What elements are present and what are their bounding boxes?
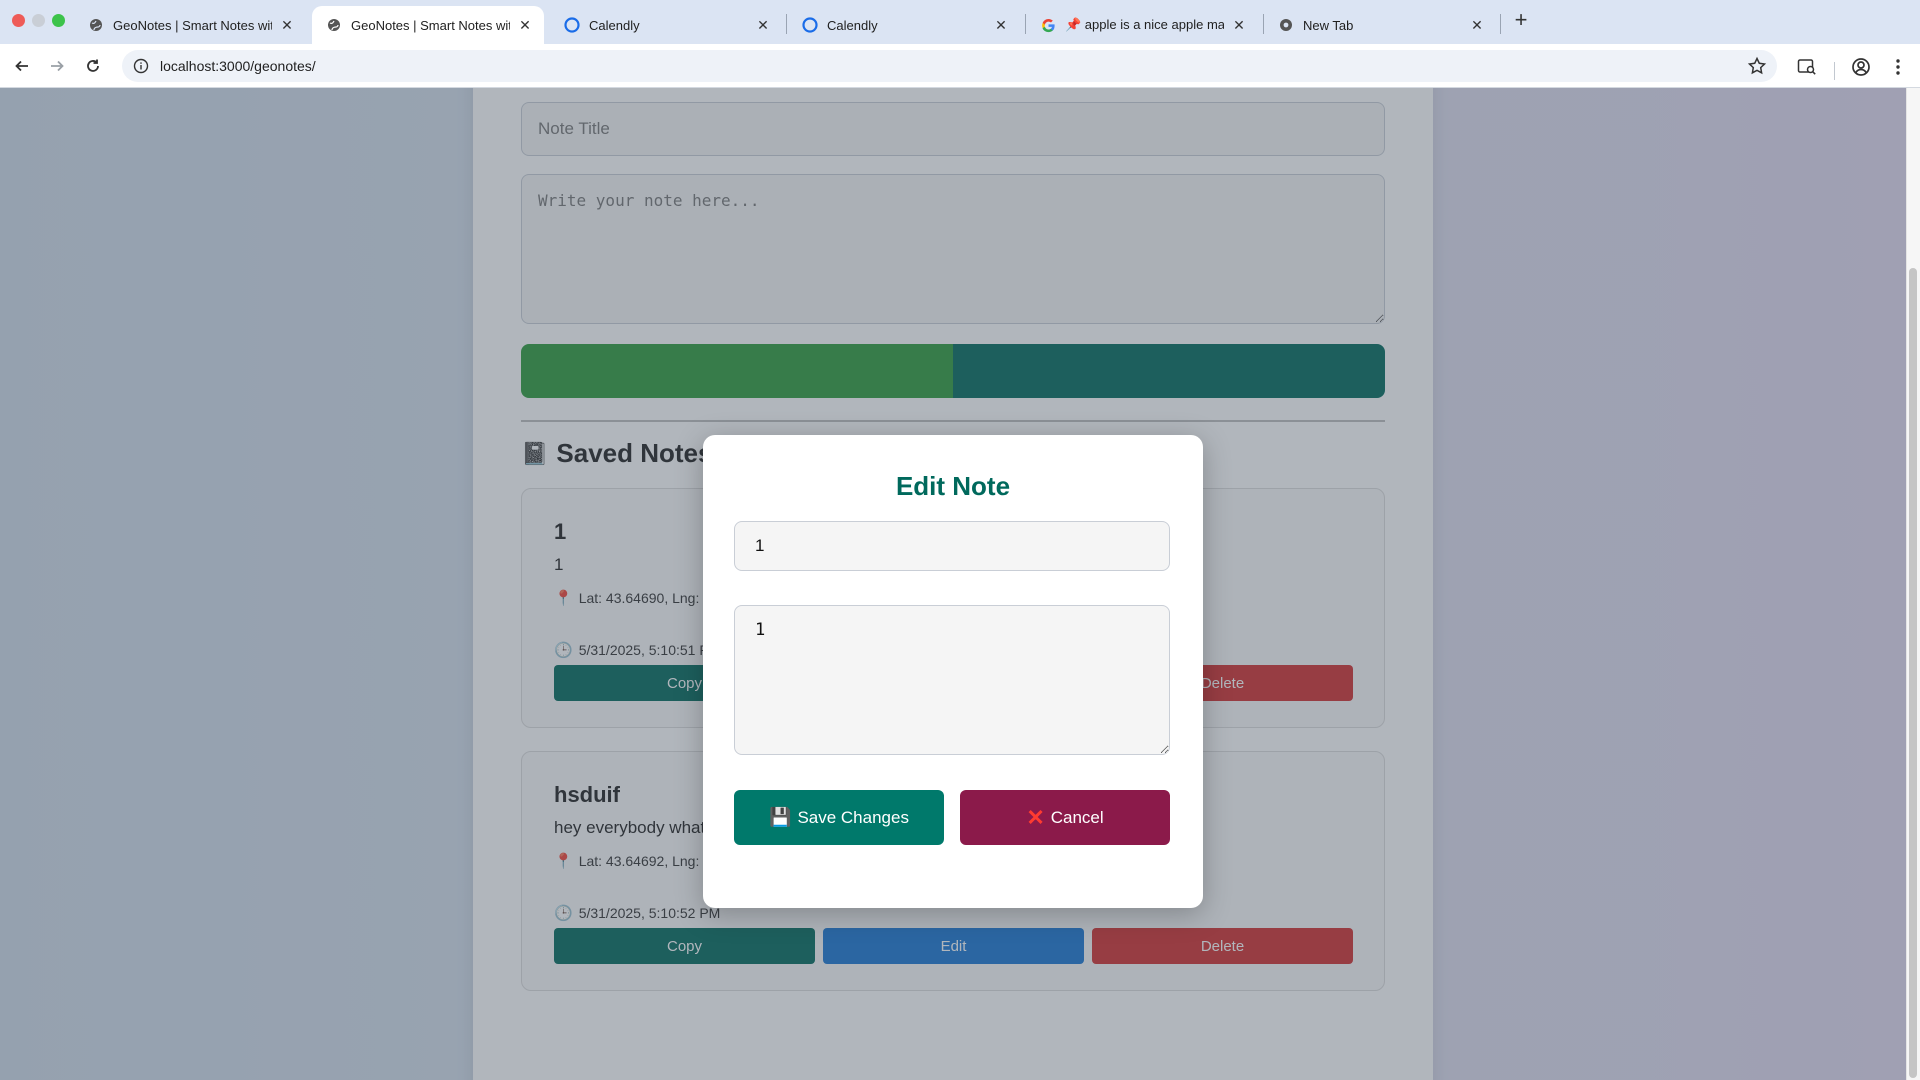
window-maximize-button[interactable] [52, 14, 65, 27]
forward-icon[interactable] [43, 52, 71, 80]
tab-separator [1500, 14, 1501, 34]
calendly-icon [802, 17, 818, 33]
close-icon[interactable]: ✕ [1468, 17, 1486, 34]
tab-geonotes-2[interactable]: GeoNotes | Smart Notes with ✕ [312, 6, 544, 44]
edit-note-modal: Edit Note 1 💾 Save Changes ✕ Cancel [703, 435, 1203, 908]
page-viewport: 📓 Saved Notes 1 1 📍 Lat: 43.64690, Lng: … [0, 88, 1920, 1080]
cancel-label: Cancel [1050, 807, 1104, 827]
cancel-button[interactable]: ✕ Cancel [960, 790, 1170, 845]
tab-separator [786, 14, 787, 34]
back-icon[interactable] [8, 52, 36, 80]
edit-title-input[interactable] [734, 521, 1170, 571]
tab-title: Calendly [589, 17, 640, 33]
url-text[interactable]: localhost:3000/geonotes/ [160, 58, 316, 74]
edit-body-textarea[interactable]: 1 [734, 605, 1170, 755]
tab-new-tab[interactable]: New Tab ✕ [1264, 6, 1496, 44]
bookmark-star-icon[interactable] [1747, 56, 1767, 76]
window-minimize-button[interactable] [32, 14, 45, 27]
globe-icon [88, 17, 104, 33]
reload-icon[interactable] [79, 52, 107, 80]
new-tab-button[interactable]: + [1509, 8, 1533, 32]
tab-calendly-1[interactable]: Calendly ✕ [550, 6, 782, 44]
address-bar[interactable]: localhost:3000/geonotes/ [122, 50, 1777, 82]
tab-title: GeoNotes | Smart Notes with [113, 17, 272, 33]
calendly-icon [564, 17, 580, 33]
save-changes-button[interactable]: 💾 Save Changes [734, 790, 944, 845]
tab-geonotes-1[interactable]: GeoNotes | Smart Notes with ✕ [74, 6, 306, 44]
tab-calendly-2[interactable]: Calendly ✕ [788, 6, 1020, 44]
tab-strip: GeoNotes | Smart Notes with ✕ GeoNotes |… [0, 0, 1920, 44]
tab-title: GeoNotes | Smart Notes with [351, 17, 510, 33]
close-icon[interactable]: ✕ [278, 17, 296, 34]
google-icon [1040, 17, 1056, 33]
scrollbar-thumb[interactable] [1909, 268, 1917, 1078]
chrome-icon [1278, 17, 1294, 33]
tab-search-icon[interactable] [1796, 56, 1818, 78]
tab-google-search[interactable]: 📌 apple is a nice apple mang ✕ [1026, 6, 1258, 44]
info-icon[interactable] [132, 57, 150, 75]
profile-icon[interactable] [1850, 56, 1872, 78]
close-icon[interactable]: ✕ [516, 17, 534, 34]
close-icon[interactable]: ✕ [754, 17, 772, 34]
tab-title: New Tab [1303, 17, 1354, 33]
save-changes-label: Save Changes [797, 807, 909, 827]
toolbar-separator [1834, 62, 1835, 80]
more-menu-icon[interactable] [1887, 56, 1909, 78]
window-close-button[interactable] [12, 14, 25, 27]
floppy-disk-icon: 💾 [769, 807, 792, 827]
page-scrollbar[interactable] [1906, 88, 1920, 1080]
tab-title: Calendly [827, 17, 878, 33]
browser-toolbar: localhost:3000/geonotes/ [0, 44, 1920, 88]
close-icon[interactable]: ✕ [1230, 17, 1248, 34]
tab-title: 📌 apple is a nice apple mang [1065, 17, 1224, 32]
modal-title: Edit Note [895, 471, 1011, 501]
red-x-icon: ✕ [1026, 804, 1045, 830]
globe-icon [326, 17, 342, 33]
close-icon[interactable]: ✕ [992, 17, 1010, 34]
